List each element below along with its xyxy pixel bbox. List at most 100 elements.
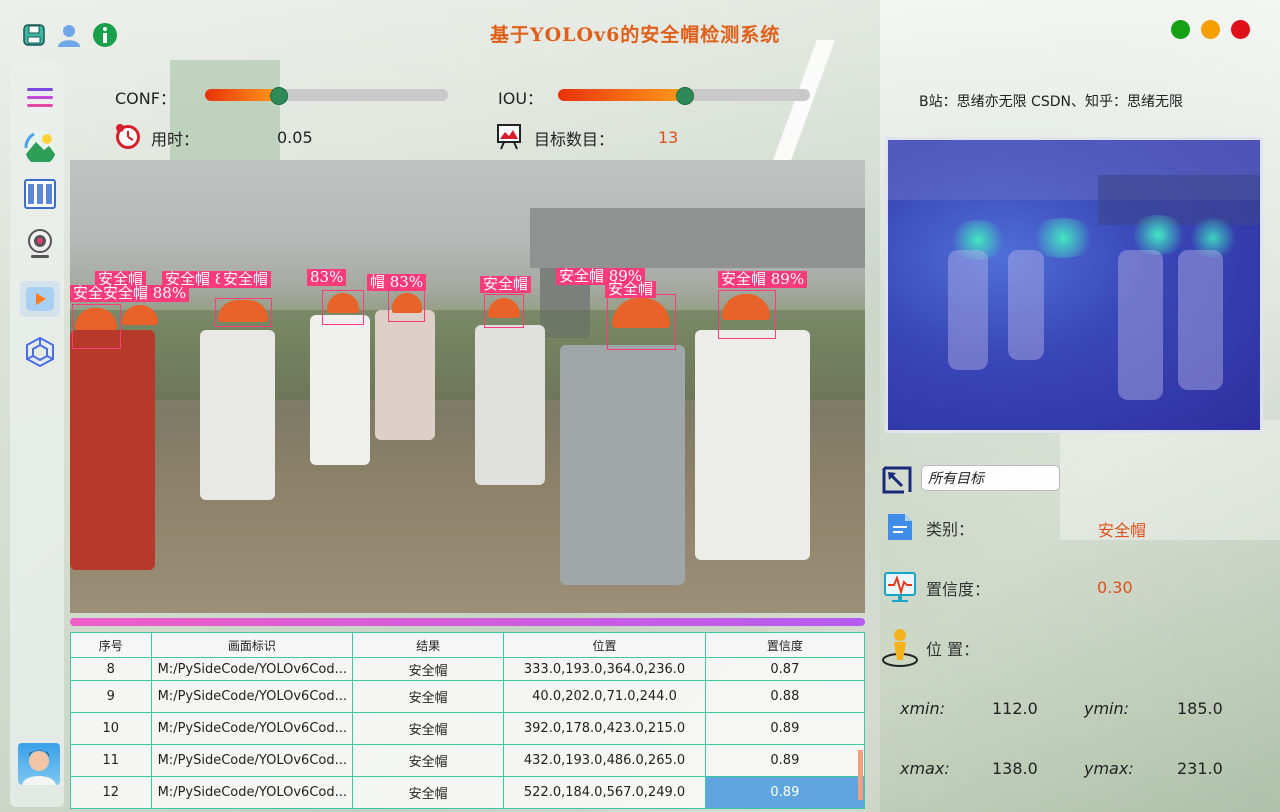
table-row[interactable]: 10 M:/PySideCode/YOLOv6Cod... 安全帽 392.0,… <box>70 712 866 745</box>
table-row[interactable]: 8 M:/PySideCode/YOLOv6Cod... 安全帽 333.0,1… <box>70 657 866 681</box>
row-position: 432.0,193.0,486.0,265.0 <box>503 744 706 777</box>
xmin-label: xmin: <box>900 699 946 718</box>
close-button[interactable] <box>1231 20 1250 39</box>
detection-box <box>388 290 425 322</box>
user-icon[interactable] <box>56 22 82 48</box>
minimize-button[interactable] <box>1201 20 1220 39</box>
progress-bar <box>70 618 865 626</box>
conf-slider-fill <box>205 89 278 101</box>
maximize-button[interactable] <box>1171 20 1190 39</box>
column-header[interactable]: 置信度 <box>704 632 866 658</box>
worker-figure <box>695 330 810 560</box>
detection-label: 帽 83% <box>367 274 427 291</box>
menu-icon[interactable] <box>24 82 56 114</box>
xmax-value: 138.0 <box>992 759 1038 778</box>
ymax-label: ymax: <box>1084 759 1134 778</box>
detection-box <box>215 298 272 327</box>
model-icon[interactable] <box>24 336 56 368</box>
worker-figure <box>375 310 435 440</box>
table-scrollbar[interactable] <box>858 750 863 800</box>
detection-label: 安全帽 <box>605 281 657 298</box>
row-result: 安全帽 <box>352 680 505 713</box>
detection-label: 安全帽 <box>220 271 272 288</box>
row-index: 8 <box>70 657 152 681</box>
save-icon[interactable] <box>22 23 46 47</box>
column-header[interactable]: 结果 <box>352 632 505 658</box>
iou-slider-fill <box>558 89 684 101</box>
row-source: M:/PySideCode/YOLOv6Cod... <box>150 776 354 809</box>
conf-slider[interactable] <box>205 87 448 105</box>
detection-box <box>607 294 676 350</box>
detection-box <box>484 294 524 328</box>
row-result: 安全帽 <box>352 657 505 681</box>
conf-label: CONF： <box>115 89 176 108</box>
heatmap-region <box>1098 175 1260 225</box>
ymin-label: ymin: <box>1084 699 1130 718</box>
worker-figure <box>310 315 370 465</box>
target-select[interactable]: 所有目标 <box>921 465 1060 491</box>
column-header[interactable]: 位置 <box>503 632 706 658</box>
folder-icon[interactable] <box>24 178 56 210</box>
avatar[interactable] <box>18 743 60 785</box>
row-source: M:/PySideCode/YOLOv6Cod... <box>150 744 354 777</box>
worker-figure <box>70 330 155 570</box>
camera-icon[interactable] <box>24 228 56 260</box>
row-position: 40.0,202.0,71.0,244.0 <box>503 680 706 713</box>
detection-box <box>72 304 121 349</box>
row-position: 522.0,184.0,567.0,249.0 <box>503 776 706 809</box>
heatmap-hotspot <box>1128 215 1188 255</box>
class-label: 类别： <box>926 520 975 539</box>
row-confidence: 0.87 <box>704 657 866 681</box>
position-label: 位 置： <box>926 640 980 659</box>
heatmap-figure <box>1178 250 1223 390</box>
heatmap-figure <box>948 250 988 370</box>
table-row[interactable]: 11 M:/PySideCode/YOLOv6Cod... 安全帽 432.0,… <box>70 744 866 777</box>
iou-slider-handle[interactable] <box>676 87 694 105</box>
column-header[interactable]: 序号 <box>70 632 152 658</box>
xmax-label: xmax: <box>900 759 950 778</box>
table-row[interactable]: 12 M:/PySideCode/YOLOv6Cod... 安全帽 522.0,… <box>70 776 866 809</box>
class-icon <box>885 512 915 542</box>
table-row[interactable]: 9 M:/PySideCode/YOLOv6Cod... 安全帽 40.0,20… <box>70 680 866 713</box>
time-label: 用时： <box>151 130 200 149</box>
row-result: 安全帽 <box>352 712 505 745</box>
row-source: M:/PySideCode/YOLOv6Cod... <box>150 680 354 713</box>
row-confidence: 0.89 <box>704 712 866 745</box>
target-select-icon <box>882 466 912 494</box>
confidence-value: 0.30 <box>1097 578 1133 597</box>
iou-label: IOU： <box>498 89 544 108</box>
row-index: 10 <box>70 712 152 745</box>
heatmap-figure <box>1008 250 1044 360</box>
detection-label: 安全帽 89% <box>718 271 808 288</box>
conf-slider-handle[interactable] <box>270 87 288 105</box>
detection-image: 安全帽 安全帽 8 安全帽 83% 帽 83% 安全帽 安全帽 89% 安全帽 … <box>70 160 865 613</box>
row-index: 9 <box>70 680 152 713</box>
row-position: 333.0,193.0,364.0,236.0 <box>503 657 706 681</box>
row-index: 11 <box>70 744 152 777</box>
target-count-value: 13 <box>658 128 679 147</box>
heatmap-figure <box>1118 250 1163 400</box>
worker-figure <box>200 330 275 500</box>
iou-slider[interactable] <box>558 87 810 105</box>
row-result: 安全帽 <box>352 744 505 777</box>
info-icon[interactable] <box>92 22 118 48</box>
class-value: 安全帽 <box>1098 521 1147 540</box>
row-source: M:/PySideCode/YOLOv6Cod... <box>150 657 354 681</box>
row-confidence: 0.89 <box>704 744 866 777</box>
clock-icon <box>114 123 142 151</box>
column-header[interactable]: 画面标识 <box>150 632 354 658</box>
confidence-label: 置信度： <box>926 580 991 599</box>
structure-shape <box>530 208 865 268</box>
target-count-icon <box>496 122 522 150</box>
background-window <box>1060 420 1280 540</box>
row-confidence: 0.88 <box>704 680 866 713</box>
ymax-value: 231.0 <box>1177 759 1223 778</box>
detection-label: 83% <box>307 269 347 286</box>
detection-label: 安全帽 <box>480 276 532 293</box>
image-icon[interactable] <box>24 130 56 162</box>
heatmap-image <box>885 137 1263 433</box>
video-icon[interactable] <box>20 281 60 317</box>
confidence-icon <box>883 570 917 604</box>
time-value: 0.05 <box>277 128 313 147</box>
credits-text: B站：思绪亦无限 CSDN、知乎：思绪无限 <box>919 94 1183 110</box>
